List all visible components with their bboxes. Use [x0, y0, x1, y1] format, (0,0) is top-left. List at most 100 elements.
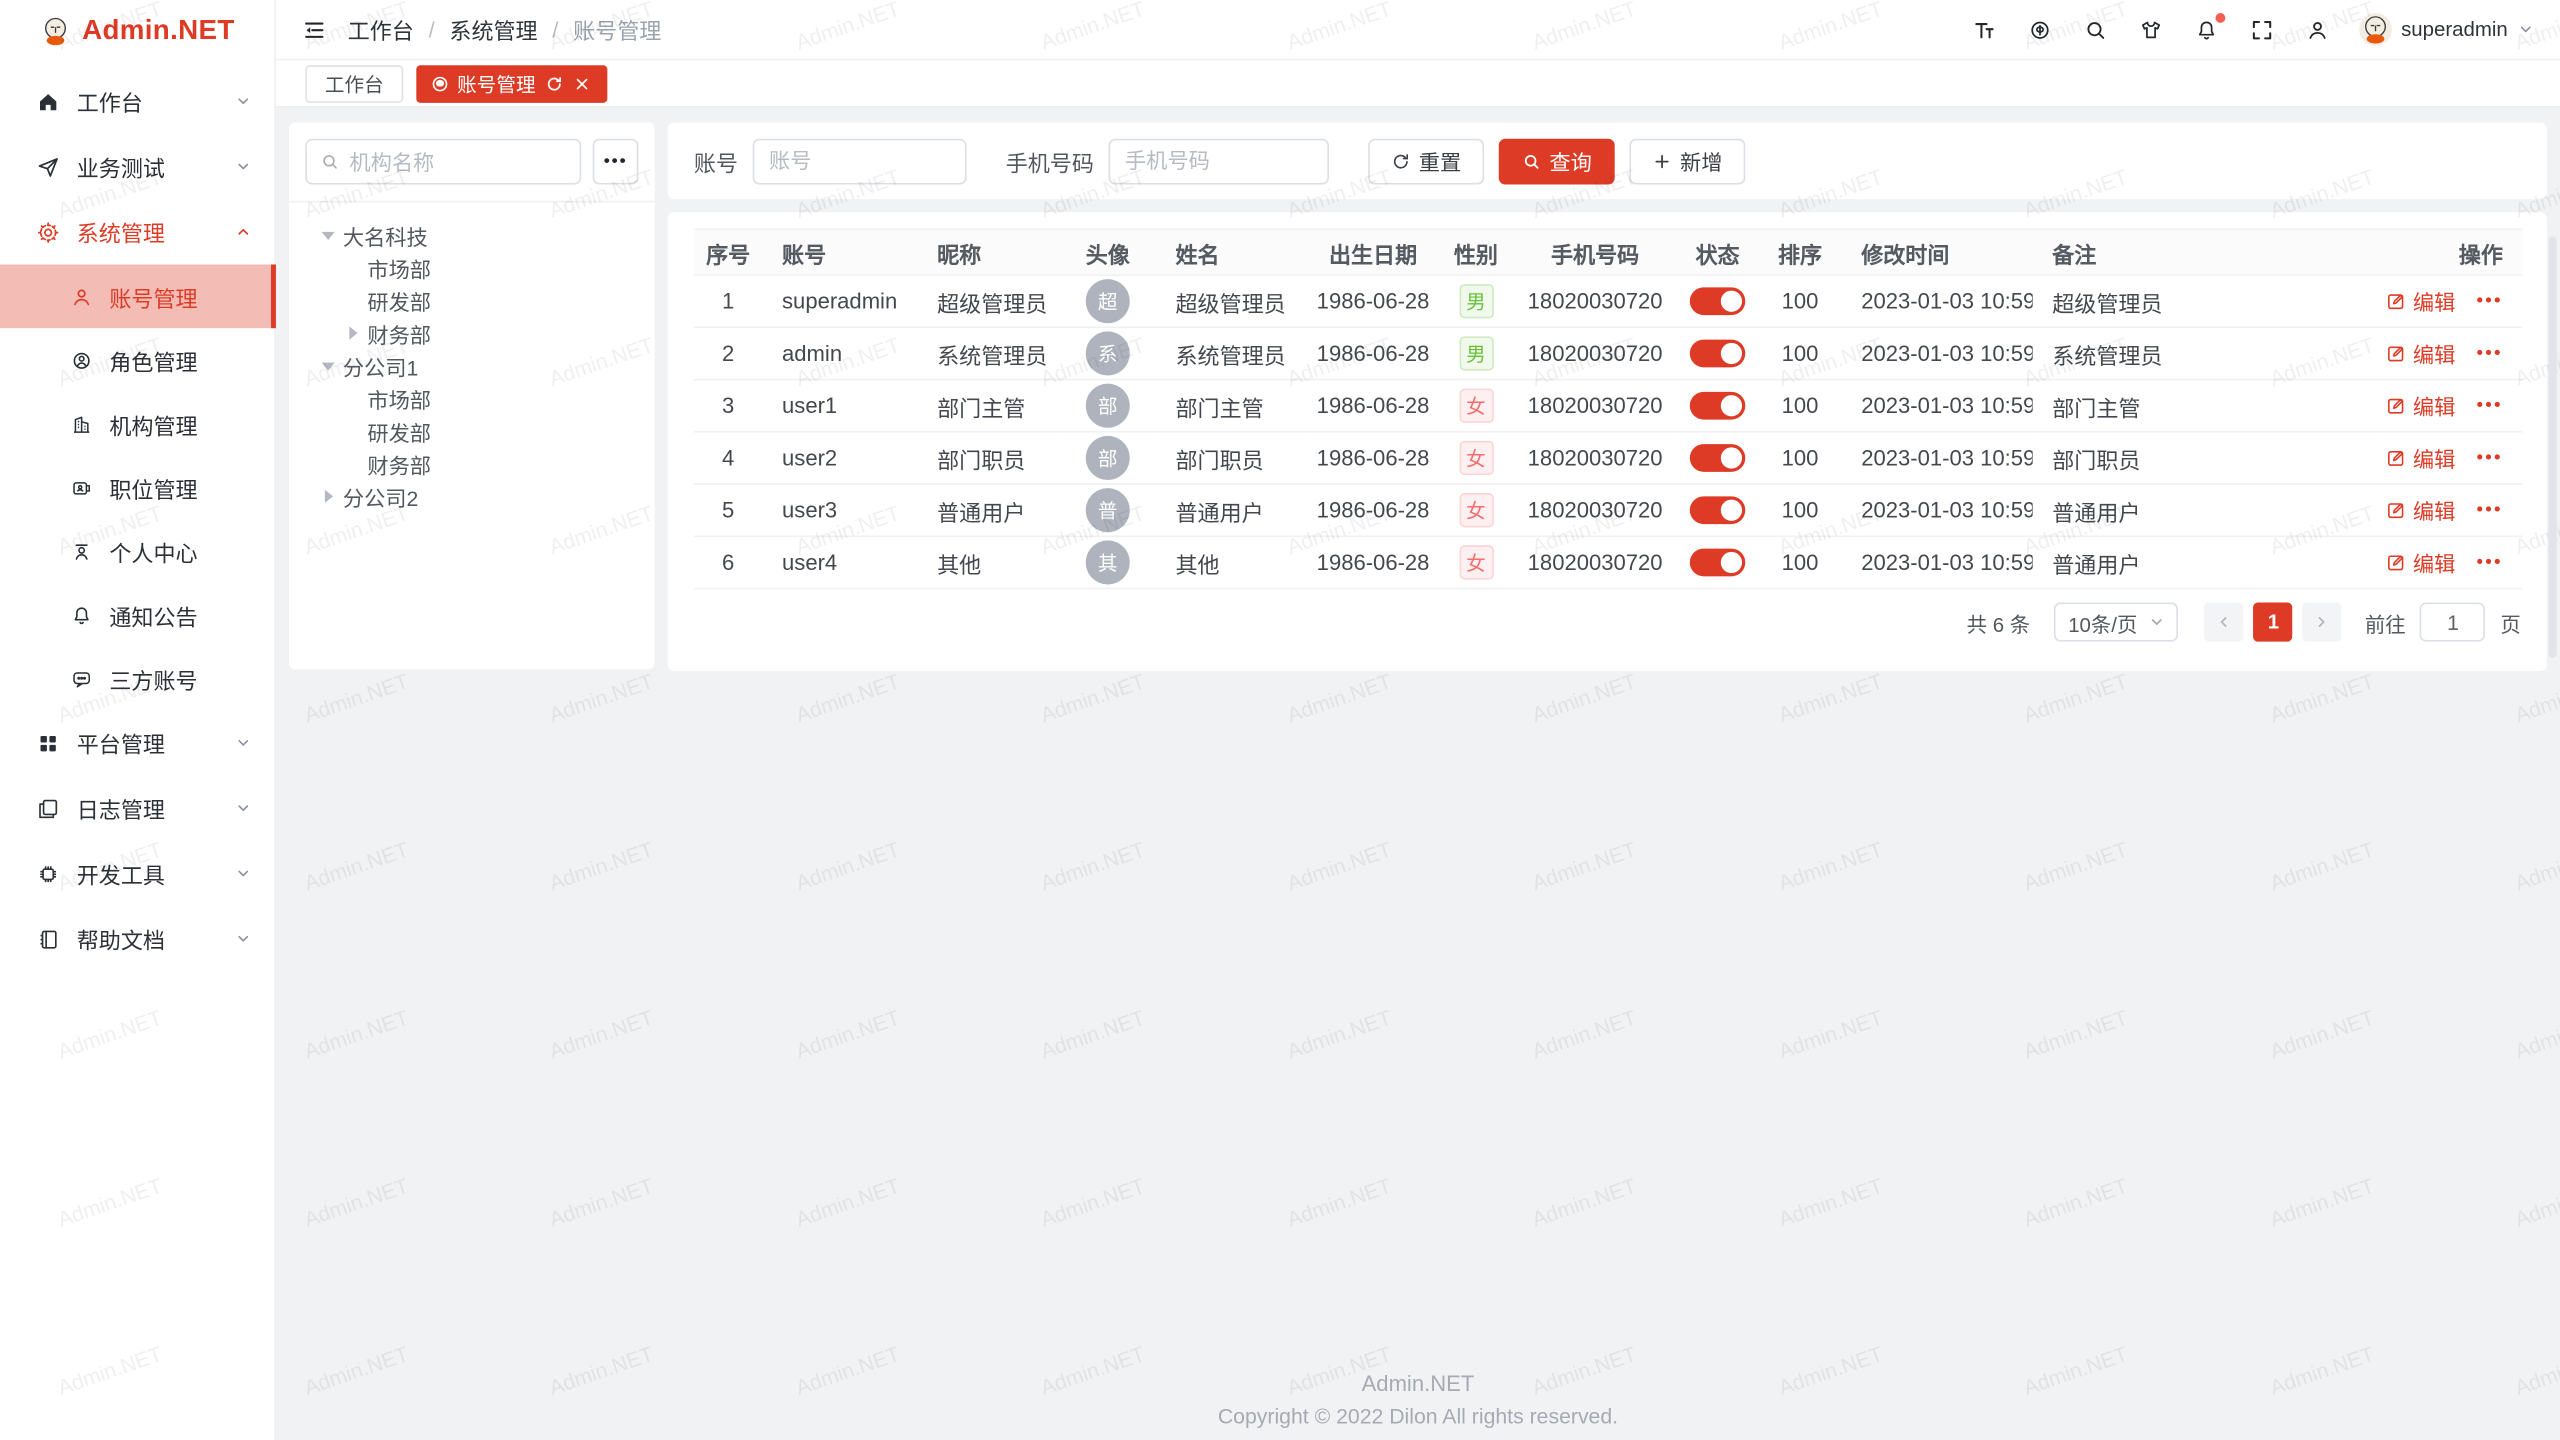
logo[interactable]: Admin.NET	[0, 0, 274, 60]
tree-node[interactable]: 大名科技	[289, 219, 655, 252]
sidebar-item-role-management[interactable]: 角色管理	[0, 328, 274, 392]
more-button[interactable]: •••	[2477, 553, 2503, 573]
more-button[interactable]: •••	[2477, 344, 2503, 364]
gender-badge: 女	[1459, 545, 1493, 579]
cell-nickname: 其他	[918, 536, 1060, 588]
add-button[interactable]: 新增	[1629, 138, 1745, 184]
cell-sort: 100	[1758, 536, 1841, 588]
edit-button[interactable]: 编辑	[2385, 338, 2455, 369]
sidebar-item-org-management[interactable]: 机构管理	[0, 392, 274, 456]
more-button[interactable]: •••	[2477, 291, 2503, 311]
sidebar-item-third-party-account[interactable]: 三方账号	[0, 647, 274, 711]
account-input[interactable]	[753, 138, 967, 184]
fullscreen-icon[interactable]	[2248, 16, 2276, 44]
caret-down-icon[interactable]	[320, 358, 336, 374]
org-search-input[interactable]	[349, 149, 566, 173]
sidebar-item-business-test[interactable]: 业务测试	[0, 134, 274, 199]
column-header: 操作	[2377, 229, 2522, 275]
theme-icon[interactable]	[2137, 16, 2165, 44]
edit-button[interactable]: 编辑	[2385, 286, 2455, 317]
org-more-button[interactable]: •••	[593, 139, 639, 185]
column-header: 出生日期	[1308, 229, 1439, 275]
main-area: 工作台 / 系统管理 / 账号管理	[276, 0, 2560, 1440]
caret-right-icon[interactable]	[320, 488, 336, 504]
next-page-button[interactable]	[2303, 602, 2342, 641]
tree-node[interactable]: 财务部	[289, 317, 655, 350]
sidebar-item-log-management[interactable]: 日志管理	[0, 776, 274, 841]
current-page-button[interactable]: 1	[2254, 602, 2293, 641]
column-header: 手机号码	[1513, 229, 1676, 275]
refresh-icon[interactable]	[545, 74, 563, 92]
status-toggle[interactable]	[1690, 549, 1746, 577]
query-button[interactable]: 查询	[1499, 138, 1615, 184]
edit-button[interactable]: 编辑	[2385, 390, 2455, 421]
more-button[interactable]: •••	[2477, 500, 2503, 520]
cell-remark: 部门职员	[2033, 432, 2377, 484]
sidebar-item-workbench[interactable]: 工作台	[0, 69, 274, 134]
goto-page-input[interactable]	[2420, 602, 2485, 641]
tree-node[interactable]: 财务部	[289, 447, 655, 480]
reset-button[interactable]: 重置	[1368, 138, 1484, 184]
cell-nickname: 普通用户	[918, 484, 1060, 536]
sidebar-item-position-management[interactable]: 职位管理	[0, 456, 274, 520]
profile-icon[interactable]	[2303, 16, 2331, 44]
sidebar-item-label: 平台管理	[77, 727, 165, 760]
tab-label: 工作台	[325, 69, 384, 97]
cell-modified-time: 2023-01-03 10:59:44	[1842, 275, 2033, 327]
caret-right-icon[interactable]	[344, 325, 360, 341]
tab-account-management[interactable]: 账号管理	[416, 64, 607, 102]
breadcrumb-item[interactable]: 工作台	[348, 13, 414, 46]
edit-button[interactable]: 编辑	[2385, 442, 2455, 473]
edit-button[interactable]: 编辑	[2385, 547, 2455, 578]
column-header: 状态	[1677, 229, 1759, 275]
tree-node[interactable]: 市场部	[289, 382, 655, 415]
edit-icon	[2385, 291, 2406, 312]
language-icon[interactable]	[2026, 16, 2054, 44]
tree-node[interactable]: 分公司2	[289, 480, 655, 513]
phone-input[interactable]	[1109, 138, 1329, 184]
tree-node[interactable]: 研发部	[289, 284, 655, 317]
person-center-icon	[69, 539, 93, 563]
search-icon[interactable]	[2081, 16, 2109, 44]
sidebar-item-system-management[interactable]: 系统管理	[0, 199, 274, 264]
org-tree: 大名科技 市场部 研发部 财务部 分公司1 市场部 研发部 财务部 分公司2	[289, 202, 655, 529]
cell-account: admin	[762, 327, 917, 379]
cell-nickname: 部门职员	[918, 432, 1060, 484]
cell-name: 普通用户	[1156, 484, 1308, 536]
sidebar-item-personal-center[interactable]: 个人中心	[0, 519, 274, 583]
status-toggle[interactable]	[1690, 444, 1746, 472]
status-toggle[interactable]	[1690, 287, 1746, 315]
font-size-icon[interactable]	[1970, 16, 1998, 44]
cell-name: 超级管理员	[1156, 275, 1308, 327]
close-icon[interactable]	[573, 74, 591, 92]
more-button[interactable]: •••	[2477, 396, 2503, 416]
status-toggle[interactable]	[1690, 340, 1746, 368]
status-toggle[interactable]	[1690, 496, 1746, 524]
sidebar-item-help-docs[interactable]: 帮助文档	[0, 906, 274, 971]
breadcrumb-separator: /	[429, 17, 435, 41]
prev-page-button[interactable]	[2205, 602, 2244, 641]
sidebar-item-platform-management[interactable]: 平台管理	[0, 710, 274, 775]
user-menu[interactable]: superadmin	[2359, 13, 2534, 46]
topbar: 工作台 / 系统管理 / 账号管理	[276, 0, 2560, 60]
sidebar-item-account-management[interactable]: 账号管理	[0, 264, 274, 328]
chat-icon	[69, 666, 93, 690]
breadcrumb-item[interactable]: 系统管理	[449, 13, 537, 46]
more-button[interactable]: •••	[2477, 448, 2503, 468]
tree-node[interactable]: 市场部	[289, 251, 655, 284]
edit-button[interactable]: 编辑	[2385, 495, 2455, 526]
gender-badge: 男	[1459, 336, 1493, 370]
cell-name: 其他	[1156, 536, 1308, 588]
page-size-select[interactable]: 10条/页	[2055, 602, 2179, 641]
notification-icon[interactable]	[2192, 16, 2220, 44]
status-toggle[interactable]	[1690, 392, 1746, 420]
tree-node[interactable]: 分公司1	[289, 349, 655, 382]
sidebar-item-dev-tools[interactable]: 开发工具	[0, 841, 274, 906]
tree-node[interactable]: 研发部	[289, 415, 655, 448]
caret-down-icon[interactable]	[320, 227, 336, 243]
collapse-menu-icon[interactable]	[302, 17, 326, 41]
sidebar-item-notice-announcement[interactable]: 通知公告	[0, 583, 274, 647]
scrollbar-thumb[interactable]	[2549, 237, 2557, 658]
tab-workbench[interactable]: 工作台	[305, 64, 403, 102]
cell-nickname: 系统管理员	[918, 327, 1060, 379]
